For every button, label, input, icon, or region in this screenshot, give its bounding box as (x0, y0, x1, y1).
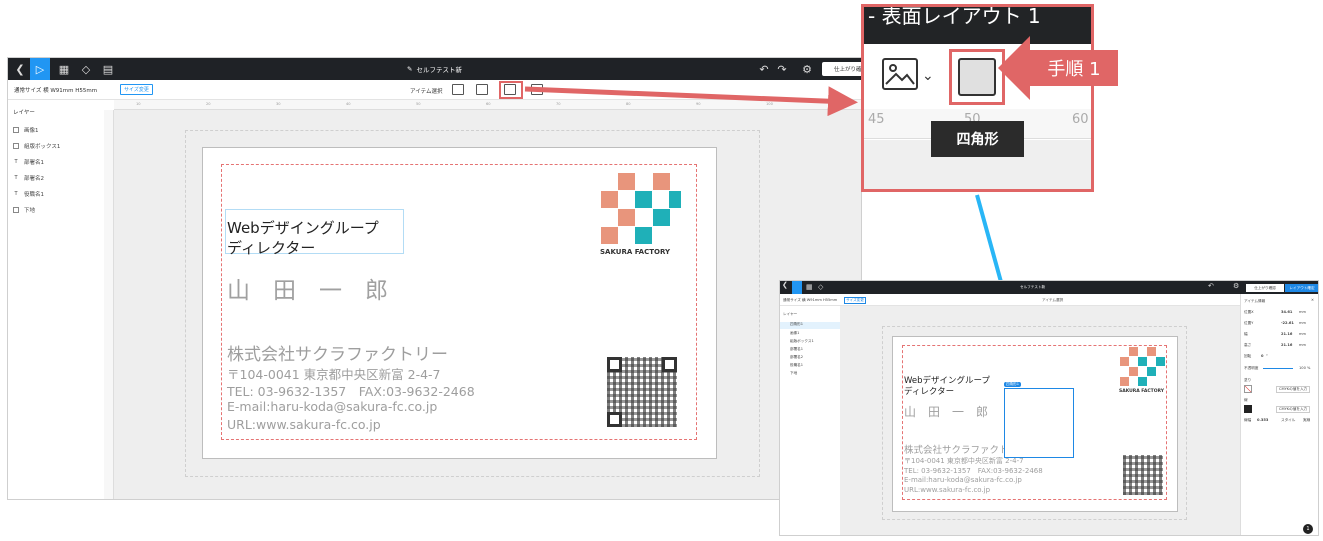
back-icon[interactable]: ❮ (782, 281, 792, 294)
field-value[interactable]: 21.16 (1281, 332, 1292, 336)
select-tool-icon[interactable] (792, 281, 802, 294)
ruler-mark: 60 (1072, 112, 1089, 127)
result-card-email: E-mail:haru-koda@sakura-fc.co.jp (904, 476, 1022, 484)
field-value[interactable]: 0 (1261, 354, 1264, 358)
undo-icon[interactable]: ↶ (1208, 282, 1214, 290)
field-unit: mm (1299, 332, 1307, 336)
ruler-mark: 45 (868, 112, 885, 127)
stroke-cmyk-button[interactable]: CMYKの値を入力 (1276, 406, 1311, 413)
image-tool-icon[interactable] (882, 58, 918, 90)
layers-icon[interactable]: ◇ (818, 283, 823, 291)
result-subbar: 通常サイズ 横 W91mm H55mm サイズ変更 アイテム選択 (780, 294, 1240, 306)
result-card-position: ディレクター (904, 387, 955, 397)
grid-icon[interactable]: ▦ (806, 283, 813, 291)
result-finish-button[interactable]: 仕上がり確認 (1246, 284, 1284, 292)
field-unit: mm (1299, 321, 1307, 325)
field-label: 位置X (1244, 310, 1254, 314)
stroke-color-swatch[interactable] (1244, 405, 1252, 413)
opacity-value[interactable]: 100 % (1299, 366, 1310, 370)
zoom-header-text: - 表面レイアウト 1 (868, 4, 1041, 28)
field-value[interactable]: 34.61 (1281, 310, 1292, 314)
result-qr-code (1123, 455, 1163, 495)
chevron-down-icon[interactable]: ⌄ (922, 68, 934, 84)
rectangle-tool-icon[interactable] (958, 58, 996, 96)
field-label: 高さ (1244, 343, 1252, 347)
stroke-width-label: 線幅 (1244, 418, 1252, 422)
close-icon[interactable]: ✕ (1311, 298, 1314, 302)
field-label: 幅 (1244, 332, 1248, 336)
properties-title: アイテム情報 (1244, 299, 1266, 303)
settings-icon[interactable]: ⚙ (1233, 282, 1239, 290)
fill-color-swatch[interactable] (1244, 385, 1252, 393)
new-rectangle[interactable] (1004, 388, 1074, 458)
result-card-tel: TEL: 03-9632-1357 FAX:03-9632-2468 (904, 467, 1043, 475)
result-properties-panel: アイテム情報 ✕ 位置X 34.61 mm 位置Y -22.61 mm 幅 21… (1240, 294, 1318, 535)
result-size-label: 通常サイズ 横 W91mm H55mm (783, 298, 838, 302)
result-layer-item[interactable]: 組版ボックス1 (790, 339, 814, 344)
image-glyph (885, 64, 915, 85)
red-arrow (524, 86, 858, 117)
stroke-label: 線 (1244, 398, 1248, 402)
rectangle-tooltip: 四角形 (931, 121, 1024, 157)
step-label: 手順 1 (1047, 59, 1101, 80)
result-save-button[interactable]: レイアウト確定 (1285, 284, 1318, 292)
result-layer-item[interactable]: 部署名1 (790, 347, 803, 352)
field-unit: ° (1266, 354, 1268, 358)
result-layers-title: レイヤー (783, 312, 798, 316)
field-unit: mm (1299, 310, 1307, 314)
notification-badge[interactable]: 1 (1303, 524, 1313, 534)
opacity-slider[interactable] (1263, 368, 1293, 369)
field-unit: mm (1299, 343, 1307, 347)
style-label: スタイル (1281, 418, 1296, 422)
tooltip-text: 四角形 (956, 132, 999, 148)
result-card-name: 山 田 一 郎 (904, 405, 989, 419)
result-layer-item[interactable]: 四角形1 (780, 322, 840, 329)
result-toolbar: ❮ ▦ ◇ セルフテスト新 ↶ ⚙ 仕上がり確認 レイアウト確定 (780, 281, 1318, 294)
field-label: 位置Y (1244, 321, 1254, 325)
result-logo-text: SAKURA FACTORY (1119, 389, 1165, 394)
style-value[interactable]: 実線 (1303, 418, 1310, 423)
fill-label: 塗り (1244, 378, 1252, 382)
opacity-label: 不透明度 (1244, 366, 1259, 370)
result-layer-item[interactable]: 役職名1 (790, 363, 803, 368)
stroke-width-value[interactable]: 0.353 (1257, 418, 1268, 422)
result-window: ❮ ▦ ◇ セルフテスト新 ↶ ⚙ 仕上がり確認 レイアウト確定 通常サイズ 横… (779, 280, 1319, 536)
result-logo (1120, 347, 1165, 387)
fill-cmyk-button[interactable]: CMYKの値を入力 (1276, 386, 1311, 393)
result-layer-panel: レイヤー 四角形1 画像1 組版ボックス1 部署名1 部署名2 役職名1 下地 (780, 306, 840, 535)
field-value[interactable]: 21.16 (1281, 343, 1292, 347)
result-item-select-label: アイテム選択 (1042, 298, 1064, 302)
result-size-change-button[interactable]: サイズ変更 (844, 297, 866, 304)
result-layer-item[interactable]: 画像1 (790, 331, 799, 336)
result-card-url: URL:www.sakura-fc.co.jp (904, 486, 991, 494)
rectangle-label-badge: 四角形1 (1004, 382, 1022, 387)
result-layer-item[interactable]: 下地 (790, 371, 797, 376)
result-layer-item[interactable]: 部署名2 (790, 355, 803, 360)
field-value[interactable]: -22.61 (1281, 321, 1294, 325)
result-doc-title: セルフテスト新 (1020, 285, 1046, 289)
field-label: 回転 (1244, 354, 1252, 358)
